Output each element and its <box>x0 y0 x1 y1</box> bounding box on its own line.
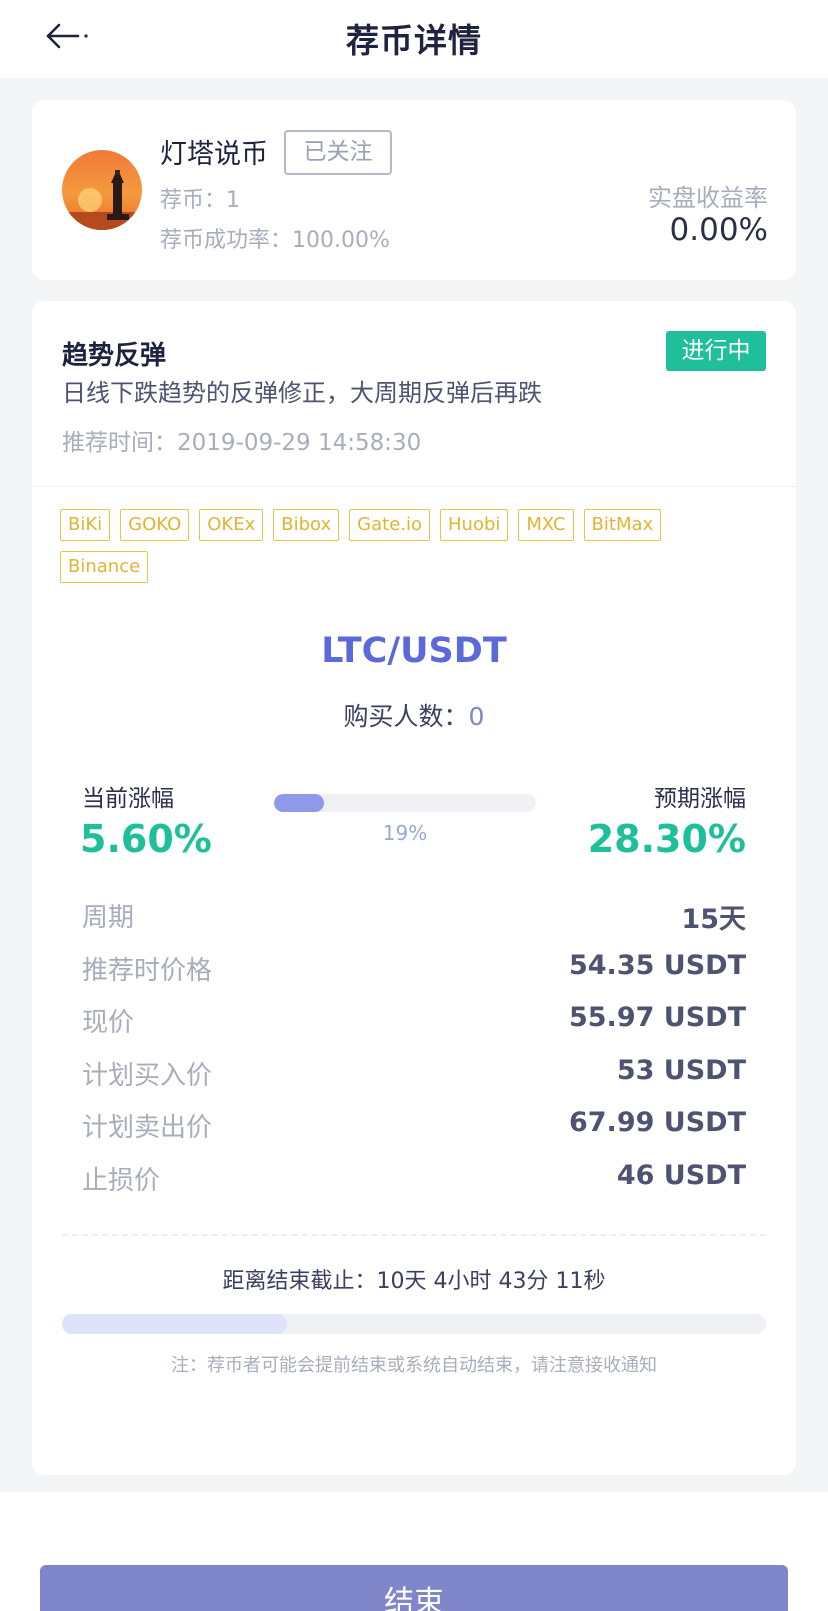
detail-label: 止损价 <box>82 1165 161 1196</box>
recommendation-time-label: 推荐时间： <box>62 430 177 456</box>
page-title: 荐币详情 <box>346 21 482 60</box>
detail-row: 周期 15天 <box>82 897 746 950</box>
detail-label: 现价 <box>82 1008 135 1038</box>
detail-row: 计划买入价 53 USDT <box>82 1055 746 1108</box>
exchange-tag[interactable]: MXC <box>518 509 574 541</box>
success-rate: 荐币成功率：100.00% <box>160 222 390 254</box>
exchange-tag[interactable]: Huobi <box>440 509 509 541</box>
recommendation-card: 趋势反弹 进行中 日线下跌趋势的反弹修正，大周期反弹后再跌 推荐时间：2019-… <box>32 301 796 1475</box>
exchange-tag[interactable]: GOKO <box>120 509 190 541</box>
exchange-tag[interactable]: BiKi <box>60 509 111 541</box>
buyer-count-value: 0 <box>468 702 485 731</box>
gain-progress-fill <box>274 794 324 812</box>
countdown-value: 10天 4小时 43分 11秒 <box>376 1269 606 1294</box>
dashed-divider <box>62 1234 766 1236</box>
notice-text: 注：荐币者可能会提前结束或系统自动结束，请注意接收通知 <box>171 1355 657 1376</box>
exchange-tags: BiKi GOKO OKEx Bibox Gate.io Huobi MXC B… <box>60 509 760 593</box>
gain-progress-percent: 19% <box>382 821 428 845</box>
exchange-tag[interactable]: Gate.io <box>349 509 431 541</box>
divider <box>32 486 796 487</box>
gain-progress-bar <box>274 794 536 812</box>
recommend-count-value: 1 <box>226 188 241 213</box>
detail-value: 55.97 USDT <box>568 1002 746 1033</box>
real-return-value: 0.00% <box>669 212 768 248</box>
end-button[interactable]: 结束 <box>40 1565 788 1611</box>
real-return-label: 实盘收益率 <box>648 184 768 212</box>
author-name: 灯塔说币 <box>160 139 268 170</box>
detail-value: 15天 <box>681 904 746 935</box>
top-bar: 荐币详情 <box>0 0 828 78</box>
recommend-count: 荐币：1 <box>160 182 240 214</box>
current-gain-value: 5.60% <box>80 817 212 861</box>
countdown-label: 距离结束截止： <box>222 1269 377 1294</box>
detail-label: 计划卖出价 <box>82 1113 213 1143</box>
exchange-tag[interactable]: OKEx <box>199 509 264 541</box>
follow-button[interactable]: 已关注 <box>284 130 392 175</box>
trading-pair: LTC/USDT <box>321 631 507 671</box>
detail-list: 周期 15天 推荐时价格 54.35 USDT 现价 55.97 USDT 计划… <box>82 897 746 1212</box>
detail-value: 54.35 USDT <box>568 949 746 981</box>
detail-value: 46 USDT <box>616 1159 746 1191</box>
recommendation-time: 推荐时间：2019-09-29 14:58:30 <box>62 423 421 457</box>
detail-value: 53 USDT <box>616 1054 746 1086</box>
detail-label: 推荐时价格 <box>82 955 213 986</box>
detail-value: 67.99 USDT <box>568 1107 746 1138</box>
exchange-tag[interactable]: Bibox <box>273 509 340 541</box>
success-rate-value: 100.00% <box>292 228 390 253</box>
countdown: 距离结束截止：10天 4小时 43分 11秒 <box>32 1263 796 1295</box>
expected-gain-label: 预期涨幅 <box>654 786 746 812</box>
detail-row: 计划卖出价 67.99 USDT <box>82 1107 746 1160</box>
status-badge: 进行中 <box>666 331 766 371</box>
recommend-count-label: 荐币： <box>160 188 227 213</box>
buyer-count-label: 购买人数： <box>343 702 469 731</box>
success-rate-label: 荐币成功率： <box>160 228 293 253</box>
detail-label: 计划买入价 <box>82 1060 213 1091</box>
detail-row: 推荐时价格 54.35 USDT <box>82 950 746 1003</box>
exchange-tag[interactable]: Binance <box>60 551 149 583</box>
author-card: 灯塔说币 已关注 荐币：1 荐币成功率：100.00% 实盘收益率 0.00% <box>32 100 796 280</box>
recommendation-title: 趋势反弹 <box>62 341 167 371</box>
avatar[interactable] <box>62 150 142 230</box>
detail-label: 周期 <box>82 903 135 933</box>
time-progress-bar <box>62 1314 766 1334</box>
buyer-count: 购买人数：0 <box>32 697 796 733</box>
time-progress-fill <box>62 1314 288 1334</box>
lighthouse-sunset-avatar <box>62 150 142 230</box>
detail-row: 止损价 46 USDT <box>82 1160 746 1213</box>
recommendation-description: 日线下跌趋势的反弹修正，大周期反弹后再跌 <box>62 379 542 407</box>
recommendation-time-value: 2019-09-29 14:58:30 <box>177 430 422 456</box>
detail-row: 现价 55.97 USDT <box>82 1002 746 1055</box>
current-gain-label: 当前涨幅 <box>82 786 174 812</box>
exchange-tag[interactable]: BitMax <box>583 509 662 541</box>
expected-gain-value: 28.30% <box>587 817 746 861</box>
